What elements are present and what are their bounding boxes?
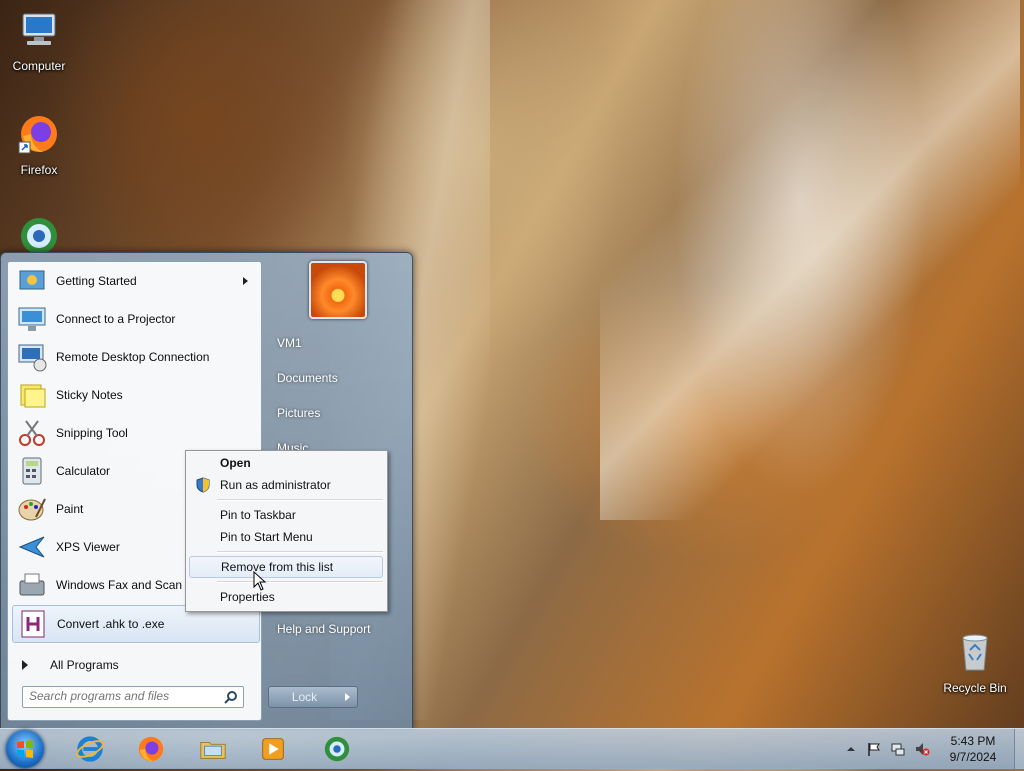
desktop-icon-label: Firefox <box>20 163 58 177</box>
ctx-run-as-admin[interactable]: Run as administrator <box>189 474 383 496</box>
ctx-label: Run as administrator <box>220 478 331 492</box>
context-menu: Open Run as administrator Pin to Taskbar… <box>185 450 388 612</box>
wallpaper-highlight <box>600 0 1020 520</box>
recycle-bin-icon <box>962 634 988 671</box>
right-item-documents[interactable]: Documents <box>271 366 407 390</box>
right-item-user[interactable]: VM1 <box>271 331 407 355</box>
right-item-help[interactable]: Help and Support <box>271 617 407 641</box>
mouse-cursor-icon <box>253 571 267 591</box>
action-center-flag-icon[interactable] <box>866 741 882 757</box>
search-icon[interactable] <box>223 689 239 705</box>
network-icon[interactable] <box>890 741 906 757</box>
file-explorer-icon <box>200 741 226 759</box>
submenu-arrow-icon <box>243 277 248 285</box>
all-programs-label: All Programs <box>50 658 119 672</box>
program-label: XPS Viewer <box>56 540 120 554</box>
arrow-right-icon <box>345 693 350 701</box>
ctx-separator <box>217 581 383 583</box>
paint-palette-icon <box>18 498 46 521</box>
program-remote-desktop[interactable]: Remote Desktop Connection <box>12 339 258 375</box>
fax-scan-icon <box>19 573 45 596</box>
program-getting-started[interactable]: Getting Started <box>12 263 258 299</box>
show-hidden-icons-icon[interactable] <box>843 741 859 757</box>
desktop-icon-label: Computer <box>12 59 66 73</box>
media-player-icon <box>262 738 284 760</box>
search-box[interactable] <box>22 686 244 708</box>
program-label: Windows Fax and Scan <box>56 578 183 592</box>
program-connect-projector[interactable]: Connect to a Projector <box>12 301 258 337</box>
ctx-separator <box>217 551 383 553</box>
lock-button[interactable]: Lock <box>268 686 341 708</box>
sticky-notes-icon <box>20 384 46 408</box>
computer-icon <box>22 13 56 45</box>
scissors-icon <box>19 420 45 446</box>
taskbar-internet-explorer[interactable] <box>63 731 117 767</box>
start-button[interactable] <box>6 730 44 768</box>
program-label: Convert .ahk to .exe <box>57 617 165 631</box>
ctx-separator <box>217 499 383 501</box>
desktop-icon-recycle-bin[interactable]: Recycle Bin <box>938 630 1012 695</box>
right-item-pictures[interactable]: Pictures <box>271 401 407 425</box>
clock-time: 5:43 PM <box>950 734 996 748</box>
program-label: Connect to a Projector <box>56 312 176 326</box>
ctx-remove-from-list[interactable]: Remove from this list <box>189 556 383 578</box>
ahk-h-icon <box>21 610 45 638</box>
xps-viewer-icon <box>18 536 45 558</box>
getting-started-icon <box>19 270 45 290</box>
taskbar-remote-app[interactable] <box>310 731 364 767</box>
ctx-pin-taskbar[interactable]: Pin to Taskbar <box>189 504 383 526</box>
program-label: Remote Desktop Connection <box>56 350 210 364</box>
program-label: Paint <box>56 502 84 516</box>
remote-app-icon <box>324 736 350 762</box>
show-desktop-button[interactable] <box>1014 729 1024 769</box>
program-label: Sticky Notes <box>56 388 123 402</box>
clock-date: 9/7/2024 <box>949 750 997 764</box>
program-snipping-tool[interactable]: Snipping Tool <box>12 415 258 451</box>
ctx-properties[interactable]: Properties <box>189 586 383 608</box>
user-picture-avatar[interactable] <box>309 261 367 319</box>
firefox-icon <box>138 736 164 762</box>
taskbar-media-player[interactable] <box>246 731 300 767</box>
taskbar-firefox[interactable] <box>124 731 178 767</box>
shutdown-options-button[interactable] <box>339 686 358 708</box>
ctx-open[interactable]: Open <box>189 452 383 474</box>
taskbar: 5:43 PM 9/7/2024 <box>0 728 1024 769</box>
calculator-icon <box>22 457 42 485</box>
internet-explorer-icon <box>76 736 104 762</box>
volume-muted-icon[interactable] <box>914 741 930 757</box>
program-sticky-notes[interactable]: Sticky Notes <box>12 377 258 413</box>
ctx-pin-start-menu[interactable]: Pin to Start Menu <box>189 526 383 548</box>
search-input[interactable] <box>23 687 219 705</box>
expand-arrow-icon <box>22 660 28 670</box>
uac-shield-icon <box>196 477 210 493</box>
program-label: Calculator <box>56 464 111 478</box>
projector-icon <box>18 307 46 331</box>
firefox-icon <box>18 116 57 154</box>
desktop-icon-firefox[interactable]: Firefox <box>2 112 76 177</box>
program-label: Getting Started <box>56 274 137 288</box>
all-programs-button[interactable]: All Programs <box>18 654 254 676</box>
system-clock[interactable]: 5:43 PM 9/7/2024 <box>938 733 1008 765</box>
remote-desktop-icon <box>18 344 47 372</box>
windows-logo-icon <box>17 740 33 758</box>
taskbar-file-explorer[interactable] <box>186 731 240 767</box>
desktop-icon-computer[interactable]: Computer <box>2 8 76 73</box>
program-label: Snipping Tool <box>56 426 128 440</box>
desktop-icon-label: Recycle Bin <box>943 681 1007 695</box>
